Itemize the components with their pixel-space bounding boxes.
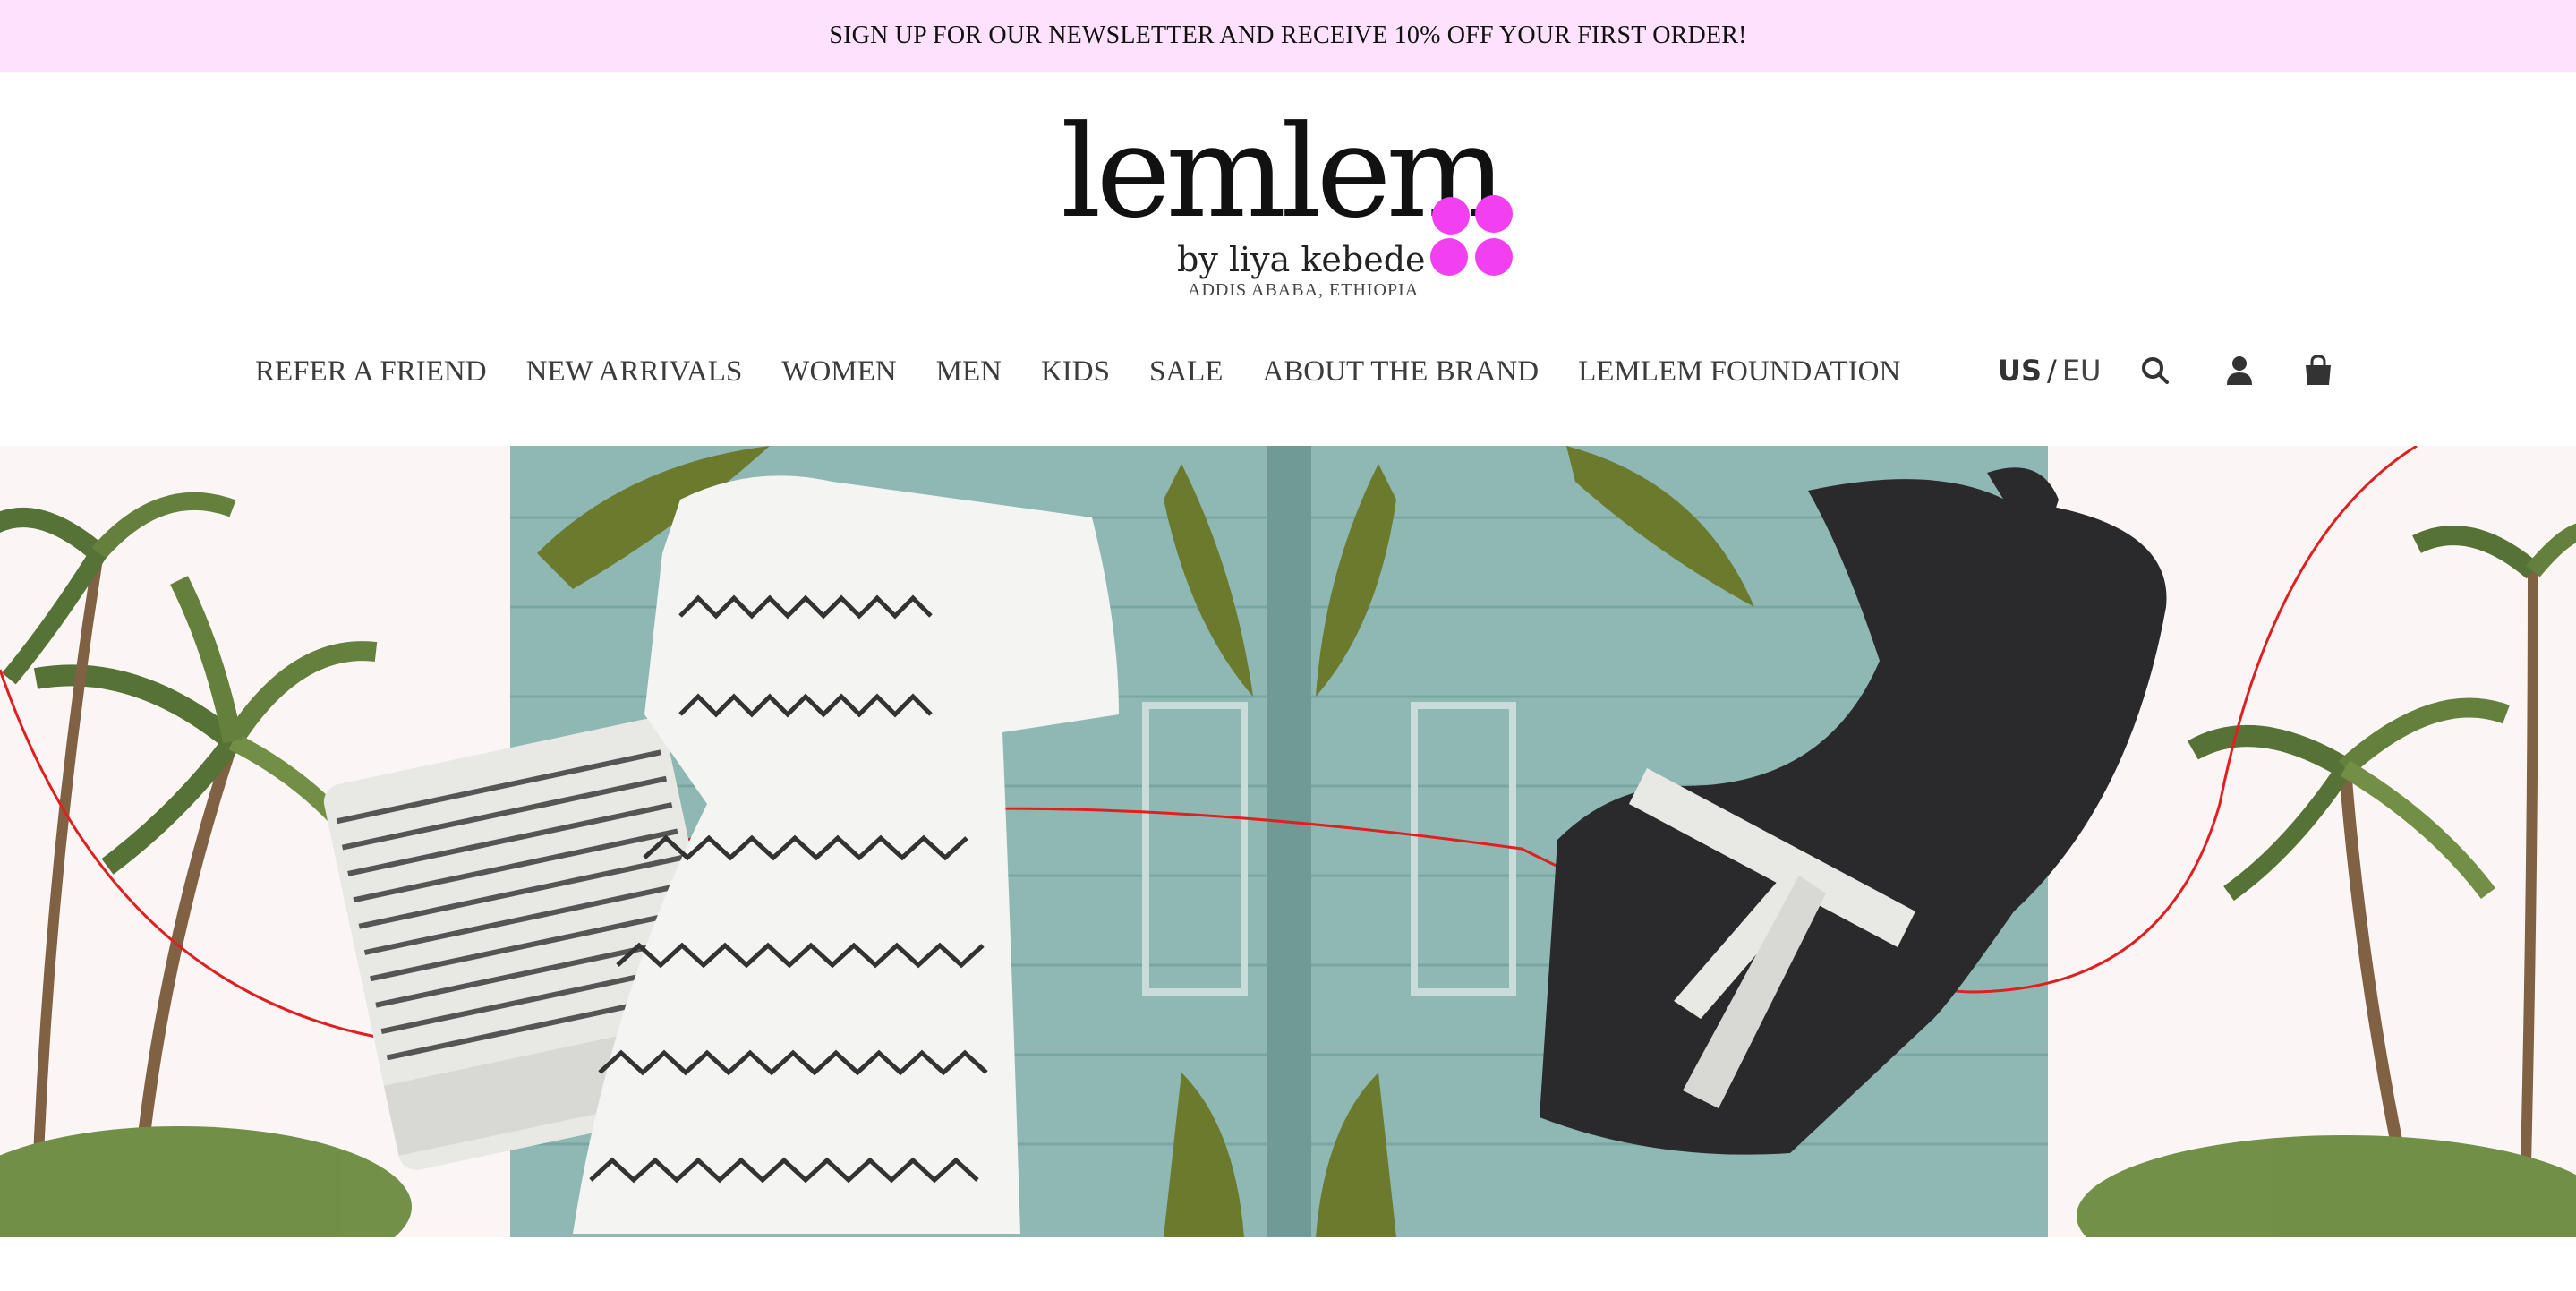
brand-logo[interactable]: lemlem by liya kebede ADDIS ABABA, ETHIO… bbox=[1056, 106, 1522, 303]
main-nav: REFER A FRIEND NEW ARRIVALS WOMEN MEN KI… bbox=[255, 349, 1940, 394]
announcement-bar[interactable]: SIGN UP FOR OUR NEWSLETTER AND RECEIVE 1… bbox=[0, 0, 2576, 72]
search-icon[interactable] bbox=[2136, 351, 2175, 390]
region-switcher: US / EU bbox=[1998, 351, 2101, 390]
below-hero-strip bbox=[0, 1237, 2576, 1291]
hero-image bbox=[0, 446, 2576, 1237]
hero-banner[interactable] bbox=[0, 446, 2576, 1237]
nav-about-the-brand[interactable]: ABOUT THE BRAND bbox=[1262, 355, 1539, 389]
region-us[interactable]: US bbox=[1998, 354, 2042, 388]
nav-new-arrivals[interactable]: NEW ARRIVALS bbox=[526, 355, 743, 389]
logo-dots-icon bbox=[1430, 195, 1516, 281]
nav-men[interactable]: MEN bbox=[936, 355, 1002, 389]
region-eu[interactable]: EU bbox=[2062, 354, 2102, 388]
user-icon[interactable] bbox=[2220, 351, 2259, 390]
nav-women[interactable]: WOMEN bbox=[781, 355, 896, 389]
nav-refer-a-friend[interactable]: REFER A FRIEND bbox=[255, 355, 487, 389]
announcement-text[interactable]: SIGN UP FOR OUR NEWSLETTER AND RECEIVE 1… bbox=[829, 21, 1746, 50]
logo-location: ADDIS ABABA, ETHIOPIA bbox=[1188, 280, 1420, 300]
region-separator: / bbox=[2047, 354, 2057, 388]
nav-kids[interactable]: KIDS bbox=[1041, 355, 1110, 389]
site-header: lemlem by liya kebede ADDIS ABABA, ETHIO… bbox=[0, 72, 2576, 446]
shopping-bag-icon[interactable] bbox=[2299, 351, 2338, 390]
logo-byline: by liya kebede bbox=[1177, 240, 1426, 279]
nav-lemlem-foundation[interactable]: LEMLEM FOUNDATION bbox=[1578, 355, 1900, 389]
nav-sale[interactable]: SALE bbox=[1149, 355, 1224, 389]
